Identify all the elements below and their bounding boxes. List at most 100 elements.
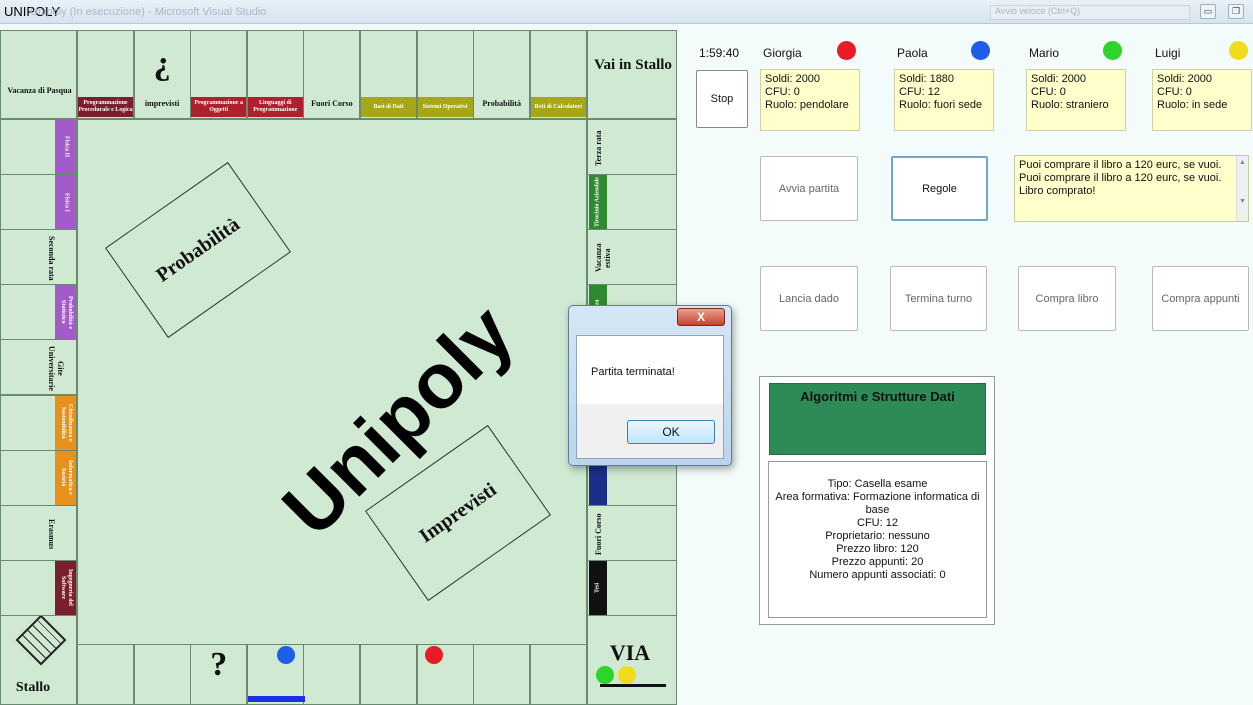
- board-cell[interactable]: Seconda rata: [0, 229, 77, 286]
- player-role: Ruolo: in sede: [1157, 99, 1228, 111]
- cell-color-band: Ingegneria del Software: [55, 560, 76, 615]
- board-cell[interactable]: Cittadinanza e Sostenibilità: [0, 394, 77, 451]
- board-cell[interactable]: Programmazione Procedurale e Logica: [77, 30, 134, 119]
- player-color-icon: [1229, 41, 1248, 60]
- end-turn-button[interactable]: Termina turno: [890, 266, 987, 331]
- board-cell[interactable]: Fuori Corso: [587, 504, 677, 561]
- player-token-blue: [277, 646, 295, 664]
- player-name: Mario: [1029, 46, 1060, 60]
- board-cell[interactable]: Reti di Calcolatori: [529, 30, 587, 119]
- cell-color-band: Programmazione a Oggetti: [191, 97, 247, 117]
- board-cell[interactable]: Tesi: [587, 559, 677, 616]
- message-log[interactable]: Puoi comprare il libro a 120 eurc, se vu…: [1014, 155, 1249, 222]
- board-cell[interactable]: Probabilità e Statistica: [0, 284, 77, 341]
- player-token-red: [425, 646, 443, 664]
- cell-color-band: Basi di Dati: [361, 97, 416, 117]
- cell-label: Seconda rata: [47, 235, 56, 281]
- cell-label: Fuori Corso: [311, 99, 353, 108]
- message-dialog: X Partita terminata! OK: [568, 305, 732, 466]
- cell-color-band: Informatica e Società: [55, 450, 76, 505]
- cell-label: Probabilità: [482, 99, 521, 108]
- cell-label: imprevisti: [144, 99, 180, 108]
- log-line: Puoi comprare il libro a 120 eurc, se vu…: [1019, 172, 1222, 184]
- corner-via: VIA: [587, 615, 677, 705]
- corner-label: Vai in Stallo: [594, 57, 672, 73]
- quick-launch-search[interactable]: Avvio veloce (Ctrl+Q): [990, 5, 1190, 20]
- minimize-button[interactable]: ▭: [1200, 4, 1216, 19]
- cell-color-band: Fisica II: [55, 120, 76, 174]
- player-money: Soldi: 2000: [765, 73, 821, 85]
- restore-button[interactable]: ❐: [1228, 4, 1244, 19]
- player-name: Paola: [897, 46, 928, 60]
- rules-button[interactable]: Regole: [891, 156, 988, 221]
- board-cell[interactable]: Erasmus: [0, 504, 77, 561]
- board-cell[interactable]: Ingegneria del Software: [0, 559, 77, 616]
- detail-line: Proprietario: nessuno: [825, 530, 930, 542]
- board-cell[interactable]: Fuori Corso: [303, 30, 361, 119]
- window-titlebar: UNIPOLY Unipoly (In esecuzione) - Micros…: [0, 0, 1253, 24]
- dialog-ok-button[interactable]: OK: [627, 420, 715, 444]
- stallo-grid-icon: [15, 616, 67, 666]
- question-mark-icon: ¿: [153, 45, 171, 82]
- player-stats: Soldi: 2000 CFU: 0 Ruolo: in sede: [1152, 69, 1252, 131]
- detail-line: Area formativa: Formazione informatica d…: [775, 491, 980, 516]
- board-cell[interactable]: Tirocinio Aziendale: [587, 174, 677, 231]
- cell-color-band: Fisica I: [55, 175, 76, 230]
- board-cell[interactable]: Gite Universitarie: [0, 339, 77, 396]
- buy-book-button[interactable]: Compra libro: [1018, 266, 1116, 331]
- background-window-title: Unipoly (In esecuzione) - Microsoft Visu…: [30, 6, 267, 18]
- corner-vacanza-pasqua: Vacanza di Pasqua: [0, 30, 77, 119]
- dialog-close-button[interactable]: X: [677, 308, 725, 326]
- board-cell[interactable]: Vacanza estiva: [587, 229, 677, 286]
- board-cell[interactable]: Fisica II: [0, 119, 77, 175]
- player-cfu: CFU: 0: [1157, 86, 1192, 98]
- player-cfu: CFU: 0: [1031, 86, 1066, 98]
- player-token-yellow: [618, 666, 636, 684]
- board-center: Probabilità Imprevisti: [77, 119, 587, 645]
- player-cfu: CFU: 0: [765, 86, 800, 98]
- corner-stallo: Stallo: [0, 615, 77, 705]
- roll-dice-button[interactable]: Lancia dado: [760, 266, 858, 331]
- dialog-message: Partita terminata!: [591, 366, 675, 378]
- board-cell[interactable]: Linguaggi di Programmazione: [246, 30, 304, 119]
- dialog-body: Partita terminata! OK: [576, 335, 724, 459]
- question-mark-icon: ?: [210, 646, 228, 683]
- stop-button[interactable]: Stop: [696, 70, 748, 128]
- cell-color-band: Tesi: [589, 560, 607, 615]
- player-name: Giorgia: [763, 46, 802, 60]
- board-cell[interactable]: Probabilità: [473, 30, 531, 119]
- start-game-button[interactable]: Avvia partita: [760, 156, 858, 221]
- cell-color-band: Sistemi Operativi: [417, 97, 473, 117]
- corner-vai-in-stallo: Vai in Stallo: [587, 30, 677, 119]
- board-cell[interactable]: Programmazione a Oggetti: [190, 30, 248, 119]
- board-cell[interactable]: imprevisti ¿: [133, 30, 191, 119]
- cell-label: Terza rata: [594, 130, 603, 166]
- detail-line: Numero appunti associati: 0: [809, 569, 946, 581]
- player-stats: Soldi: 2000 CFU: 0 Ruolo: pendolare: [760, 69, 860, 131]
- buy-notes-button[interactable]: Compra appunti: [1152, 266, 1249, 331]
- cell-color-band: Linguaggi di Programmazione: [247, 97, 303, 117]
- corner-label: Vacanza di Pasqua: [7, 86, 72, 95]
- detail-line: Tipo: Casella esame: [827, 478, 928, 490]
- detail-line: Prezzo appunti: 20: [831, 556, 924, 568]
- log-scrollbar[interactable]: ▲ ▼: [1236, 156, 1248, 221]
- player-token-green: [596, 666, 614, 684]
- player-color-icon: [971, 41, 990, 60]
- board-cell[interactable]: Sistemi Operativi: [416, 30, 474, 119]
- cell-color-band: Tirocinio Aziendale: [589, 175, 607, 230]
- current-cell-marker: [248, 696, 305, 702]
- board-cell[interactable]: Basi di Dati: [360, 30, 417, 119]
- player-color-icon: [837, 41, 856, 60]
- property-header: Algoritmi e Strutture Dati: [769, 383, 986, 455]
- board-cell[interactable]: Informatica e Società: [0, 449, 77, 506]
- log-line: Libro comprato!: [1019, 185, 1096, 197]
- board-cell[interactable]: Terza rata: [587, 119, 677, 175]
- cell-color-band: Programmazione Procedurale e Logica: [78, 97, 133, 117]
- player-money: Soldi: 2000: [1031, 73, 1087, 85]
- cell-color-band: Probabilità e Statistica: [55, 285, 76, 340]
- cell-label: Fuori Corso: [594, 512, 603, 555]
- board-cell[interactable]: Fisica I: [0, 174, 77, 231]
- player-role: Ruolo: fuori sede: [899, 99, 983, 111]
- player-cfu: CFU: 12: [899, 86, 940, 98]
- via-arrow-icon: [600, 684, 666, 687]
